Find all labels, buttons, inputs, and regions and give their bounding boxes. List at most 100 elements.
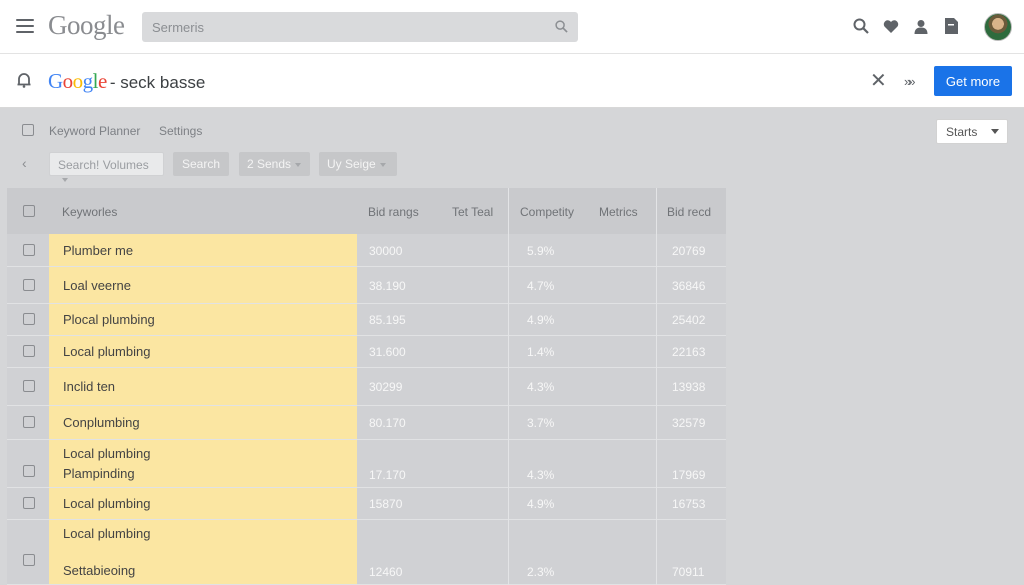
keyword-table: Keyworles Bid rangs Tet Teal Competity M… [7,188,726,585]
row-checkbox[interactable] [23,553,35,566]
chevron-down-icon [62,177,68,182]
keyword-cell: Plumber me [49,234,357,266]
search-icon[interactable] [555,20,568,33]
keyword-cell: Local plumbing [49,336,357,367]
column-header-metrics[interactable]: Metrics [599,205,638,219]
column-divider [656,188,657,585]
keyword-text: Local plumbing [63,496,151,511]
table-row[interactable]: Plocal plumbing 85.195 4.9% 25402 [7,304,726,336]
competition-value: 4.7% [527,278,555,293]
column-divider [508,188,509,585]
chevron-down-icon [295,162,302,167]
keyword-text: Plampinding [63,466,135,481]
account-icon[interactable] [912,17,930,35]
keyword-cell: Local plumbing [49,488,357,519]
keyword-cell: Local plumbing Plampinding [49,440,357,487]
bid-range-value: 30000 [369,243,403,258]
heart-icon[interactable] [882,17,900,35]
get-more-button[interactable]: Get more [934,66,1012,96]
tab-settings[interactable]: Settings [159,124,202,138]
forward-icon[interactable]: »» [904,74,916,89]
starts-dropdown[interactable]: Starts [936,119,1008,144]
keyword-cell: Conplumbing [49,406,357,439]
table-row[interactable]: Conplumbing 80.170 3.7% 32579 [7,406,726,440]
competition-value: 2.3% [527,565,555,579]
page-title-text: - seck basse [109,73,206,92]
competition-value: 1.4% [527,345,555,359]
column-header-keywords[interactable]: Keyworles [62,205,117,219]
competition-value: 3.7% [527,416,555,430]
table-row[interactable]: Local plumbing 15870 4.9% 16753 [7,488,726,520]
bid-range-value: 85.195 [369,313,406,327]
bid-range-value: 31.600 [369,345,406,359]
bell-icon[interactable] [16,72,32,88]
row-checkbox[interactable] [23,416,35,428]
avatar[interactable] [984,13,1012,41]
keyword-cell: Inclid ten [49,368,357,405]
row-checkbox[interactable] [23,497,35,509]
planner-nav: Keyword Planner Settings [0,118,1024,144]
google-logo-small: Google [48,69,107,93]
bid-range-value: 30299 [369,380,403,394]
nav-checkbox[interactable] [22,124,34,136]
search-input[interactable] [152,18,542,36]
column-header-tet-teal[interactable]: Tet Teal [452,205,493,219]
toolbar: ‹ Search! Volumes Search 2 Sends Uy Seig… [0,152,1024,182]
sends-select[interactable]: 2 Sends [239,152,310,176]
sends-label: 2 Sends [247,157,292,171]
keyword-text: Local plumbing [63,446,151,461]
search-volumes-select[interactable]: Search! Volumes [49,152,164,182]
search-icon[interactable] [852,17,870,35]
row-checkbox[interactable] [23,278,35,291]
bid-record-value: 20769 [672,243,706,258]
tab-keyword-planner[interactable]: Keyword Planner [49,124,140,138]
competition-value: 4.3% [527,468,555,482]
table-row[interactable]: Local plumbing 31.600 1.4% 22163 [7,336,726,368]
document-icon[interactable] [942,17,960,35]
keyword-text: Conplumbing [63,415,140,430]
table-row[interactable]: Inclid ten 30299 4.3% 13938 [7,368,726,406]
table-row[interactable]: Loal veerne 38.190 4.7% 36846 [7,267,726,304]
row-checkbox[interactable] [23,465,35,477]
row-checkbox[interactable] [23,345,35,357]
starts-label: Starts [946,125,978,139]
top-bar: Google [0,0,1024,54]
bid-record-value: 70911 [672,565,705,579]
menu-icon[interactable] [16,19,34,33]
table-row[interactable]: Local plumbing Settabieoing 12460 2.3% 70911 [7,520,726,585]
search-button[interactable]: Search [173,152,229,176]
bid-record-value: 32579 [672,416,706,430]
bid-range-value: 38.190 [369,278,406,293]
competition-value: 4.9% [527,497,555,511]
close-icon[interactable]: ✕ [870,71,887,91]
bid-record-value: 16753 [672,497,706,511]
column-header-bid-record[interactable]: Bid recd [667,205,711,219]
bid-record-value: 17969 [672,468,706,482]
keyword-text: Plumber me [63,242,134,258]
top-icons [852,17,960,35]
table-row[interactable]: Plumber me 30000 5.9% 20769 [7,234,726,267]
bid-record-value: 25402 [672,313,706,327]
bid-record-value: 22163 [672,345,706,359]
row-checkbox[interactable] [23,243,35,256]
table-row[interactable]: Local plumbing Plampinding 17.170 4.3% 17969 [7,440,726,488]
select-all-checkbox[interactable] [23,205,35,217]
competition-value: 4.3% [527,380,555,394]
keyword-cell: Loal veerne [49,267,357,303]
keyword-text: Local plumbing [63,526,151,541]
keyword-text: Loal veerne [63,277,131,293]
bid-range-value: 17.170 [369,468,406,482]
competition-value: 4.9% [527,313,555,327]
competition-value: 5.9% [527,243,555,258]
uy-seige-select[interactable]: Uy Seige [319,152,397,176]
row-checkbox[interactable] [23,313,35,325]
back-icon[interactable]: ‹ [22,155,27,171]
row-checkbox[interactable] [23,380,35,392]
google-logo[interactable]: Google [48,10,125,41]
keyword-cell: Plocal plumbing [49,304,357,335]
bid-record-value: 36846 [672,278,706,293]
keyword-cell: Local plumbing Settabieoing [49,520,357,584]
chevron-down-icon [379,162,386,167]
column-header-competition[interactable]: Competity [520,205,574,219]
column-header-bid-ranges[interactable]: Bid rangs [368,205,419,219]
